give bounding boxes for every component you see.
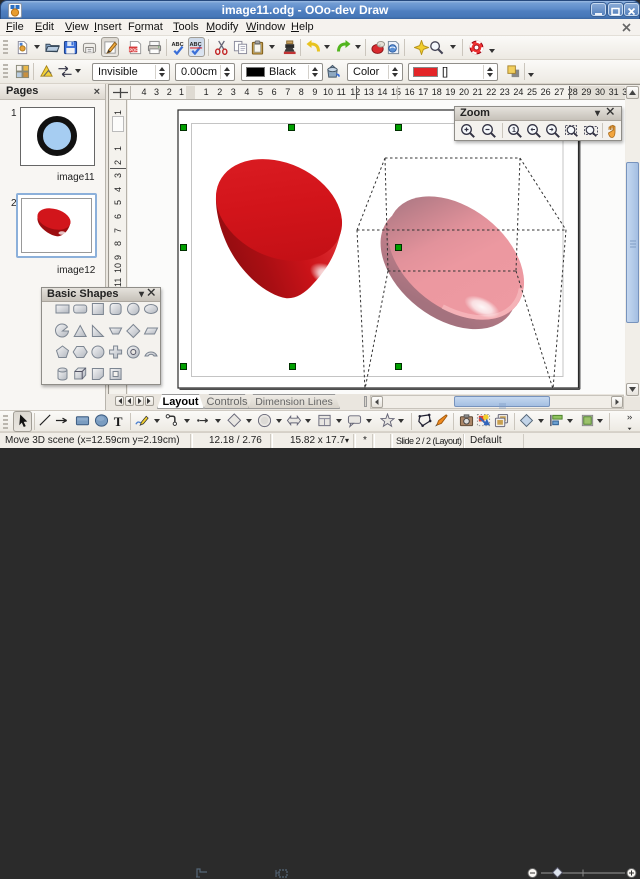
svg-text:PDF: PDF <box>129 47 138 52</box>
svg-text:1: 1 <box>512 127 516 134</box>
svg-text:T: T <box>114 414 123 429</box>
